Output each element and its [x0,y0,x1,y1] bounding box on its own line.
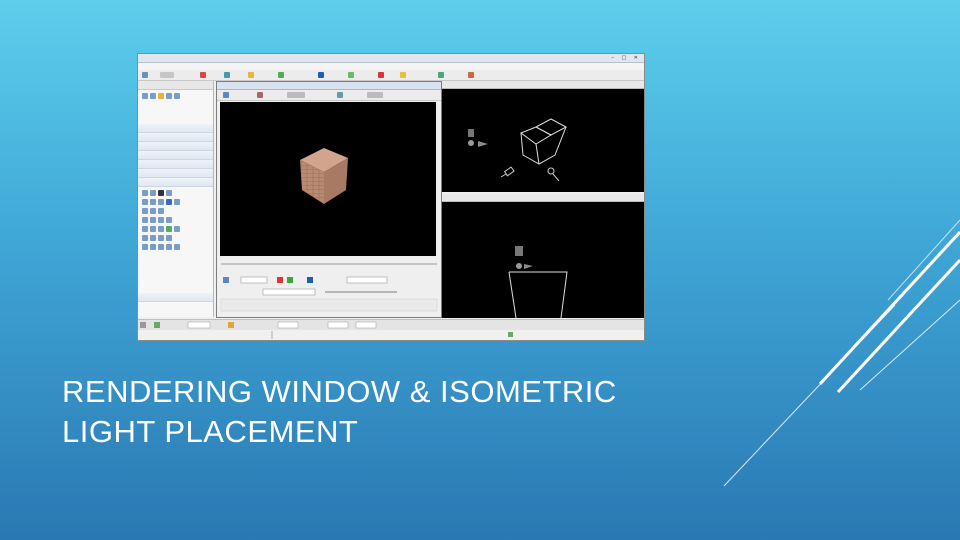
deco-line-thick-1 [818,230,960,386]
rendering-window-title-bar [217,82,441,90]
toolbar-icon [400,72,406,78]
app-title-bar: – □ ✕ [138,54,644,63]
deco-line-thick-2 [836,258,960,394]
app-screenshot: – □ ✕ [137,53,645,341]
toolbar-field [287,92,305,98]
window-controls: – □ ✕ [611,55,641,61]
rendering-window-options [217,259,441,315]
toolbar-icon [248,72,254,78]
slide-title-line-1: RENDERING WINDOW & ISOMETRIC [62,374,617,409]
palette-icons-top [138,90,213,124]
isometric-viewport [441,89,644,192]
palette-section [138,124,213,133]
rendering-window [216,81,442,318]
toolbar-dropdown [160,72,174,78]
slide-title-line-2: LIGHT PLACEMENT [62,414,359,449]
toolbar-icon [468,72,474,78]
toolbar-icon [318,72,324,78]
render-output-area [220,102,436,256]
menu-bar [138,63,644,70]
status-bar [138,319,644,330]
palette-section [138,178,213,187]
perspective-viewport [429,202,644,319]
toolbar-icon [337,92,343,98]
axis-gizmo [468,129,474,137]
toolbar-icon [257,92,263,98]
palette-section [138,133,213,142]
toolbar-icon [348,72,354,78]
isometric-view-drawing [468,118,568,182]
slide-title: RENDERING WINDOW & ISOMETRIC LIGHT PLACE… [62,372,722,452]
toolbar-icon [200,72,206,78]
light-icon [500,166,560,182]
palette-icons-visualization [138,187,213,254]
toolbar-icon [438,72,444,78]
toolbar-field [367,92,383,98]
toolbar-icon [378,72,384,78]
palette-section [138,293,213,302]
rendering-window-toolbar [217,90,441,101]
viewport-toolbar [441,194,644,202]
palette-section [138,160,213,169]
perspective-view-drawing [508,246,568,319]
viewport-toolbar [441,81,644,89]
deco-line-long [723,304,896,487]
main-toolbar [138,70,644,81]
rendered-cube [300,148,348,204]
toolbar-icon [223,92,229,98]
deco-line-thin-2 [887,219,960,301]
toolbar-icon [224,72,230,78]
palette-section [138,169,213,178]
palette-section [138,151,213,160]
toolbar-icon [142,72,148,78]
tool-palette [138,81,214,317]
status-line [138,330,644,340]
palette-header [138,81,213,90]
palette-section [138,142,213,151]
toolbar-icon [278,72,284,78]
